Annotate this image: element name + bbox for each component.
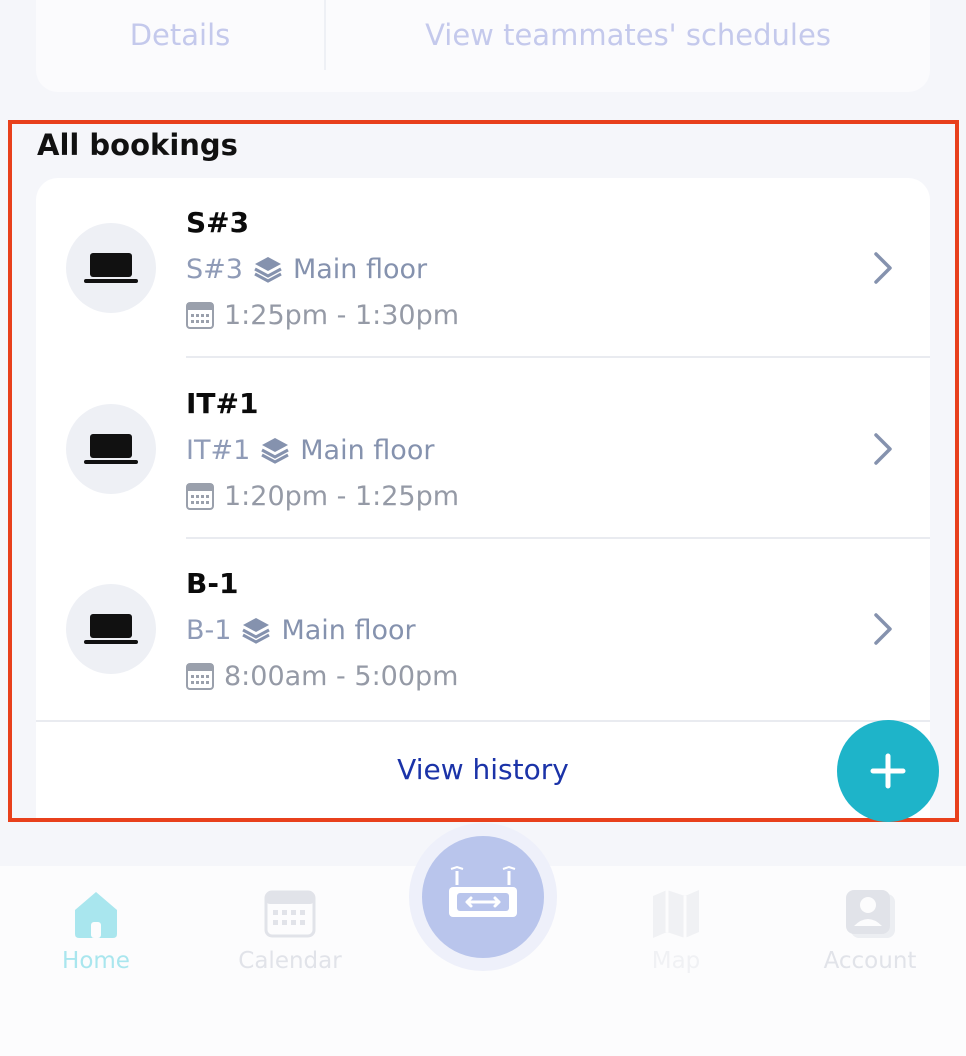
top-tabs-card: Details View teammates' schedules <box>36 0 930 92</box>
calendar-icon <box>264 890 316 938</box>
booking-time: 1:20pm - 1:25pm <box>186 479 459 513</box>
chevron-right-icon <box>874 433 892 465</box>
time-range: 1:20pm - 1:25pm <box>224 480 460 512</box>
booking-title: IT#1 <box>186 387 259 420</box>
add-booking-button[interactable] <box>837 720 939 822</box>
booking-title: B-1 <box>186 567 239 600</box>
desk-avatar <box>66 404 156 494</box>
booking-location: B-1 Main floor <box>186 613 416 647</box>
view-teammates-schedules-tab[interactable]: View teammates' schedules <box>326 0 930 70</box>
desk-swap-icon <box>449 865 517 917</box>
booking-row[interactable]: B-1 B-1 Main floor 8:00am - 5:00pm <box>36 539 930 719</box>
layers-icon <box>261 438 289 464</box>
desk-name: S#3 <box>186 253 243 285</box>
nav-home[interactable]: Home <box>16 888 176 998</box>
home-icon <box>75 892 117 938</box>
nav-account[interactable]: Account <box>790 888 950 998</box>
chevron-right-icon <box>874 613 892 645</box>
nav-calendar-label: Calendar <box>238 948 342 974</box>
floor-name: Main floor <box>292 253 428 285</box>
calendar-icon <box>186 302 214 329</box>
floor-name: Main floor <box>300 434 435 466</box>
booking-time: 8:00am - 5:00pm <box>186 659 458 693</box>
booking-location: IT#1 Main floor <box>186 433 434 467</box>
row-divider <box>186 356 930 358</box>
nav-calendar[interactable]: Calendar <box>210 888 370 998</box>
booking-row[interactable]: S#3 S#3 Main floor 1:25pm - 1:30pm <box>36 178 930 358</box>
desk-name: IT#1 <box>186 434 251 466</box>
account-icon <box>846 890 895 938</box>
booking-time: 1:25pm - 1:30pm <box>186 298 459 332</box>
calendar-icon <box>186 483 214 510</box>
time-range: 1:25pm - 1:30pm <box>224 299 460 331</box>
section-title: All bookings <box>37 128 238 162</box>
floor-name: Main floor <box>281 614 416 646</box>
laptop-icon <box>84 253 138 283</box>
booking-title: S#3 <box>186 206 250 239</box>
layers-icon <box>242 618 271 644</box>
laptop-icon <box>84 614 138 644</box>
laptop-icon <box>84 434 138 464</box>
map-icon <box>653 890 699 938</box>
layers-icon <box>254 257 282 283</box>
desk-avatar <box>66 584 156 674</box>
bookings-list: S#3 S#3 Main floor 1:25pm - 1:30pm IT#1 … <box>36 178 930 818</box>
plus-icon <box>870 753 906 789</box>
check-in-button[interactable] <box>422 836 544 958</box>
time-range: 8:00am - 5:00pm <box>224 660 459 692</box>
chevron-right-icon <box>874 252 892 284</box>
calendar-icon <box>186 663 214 690</box>
booking-location: S#3 Main floor <box>186 252 427 286</box>
center-action-ring <box>409 823 557 971</box>
nav-account-label: Account <box>823 948 917 974</box>
desk-avatar <box>66 223 156 313</box>
details-tab[interactable]: Details <box>36 0 326 70</box>
nav-map[interactable]: Map <box>596 888 756 998</box>
view-history-link[interactable]: View history <box>36 720 930 818</box>
nav-home-label: Home <box>62 948 130 974</box>
nav-map-label: Map <box>651 948 701 974</box>
booking-row[interactable]: IT#1 IT#1 Main floor 1:20pm - 1:25pm <box>36 359 930 539</box>
desk-name: B-1 <box>186 614 232 646</box>
